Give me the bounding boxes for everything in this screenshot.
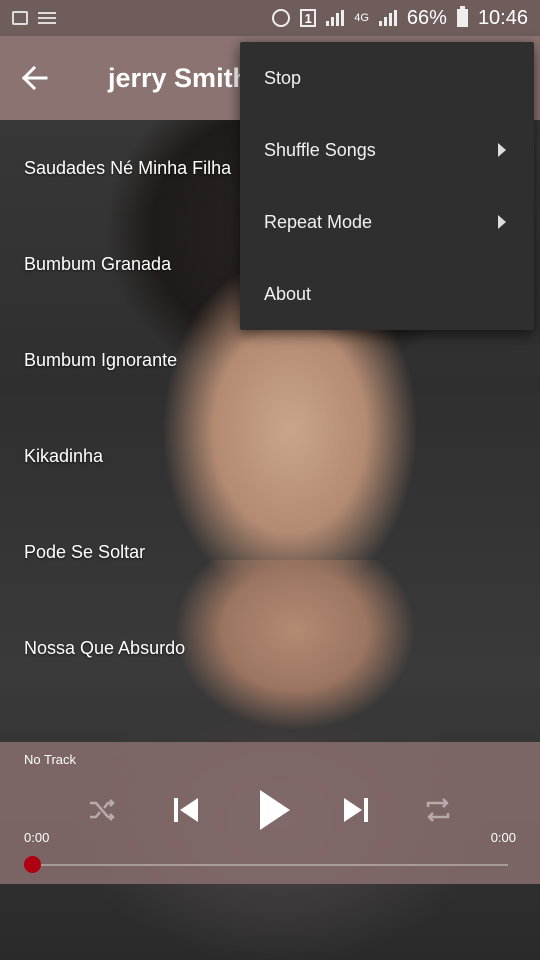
network-type: 4G (354, 12, 369, 24)
menu-item-repeat-mode[interactable]: Repeat Mode (240, 186, 534, 258)
clock: 10:46 (477, 6, 528, 29)
list-icon (38, 12, 56, 24)
menu-item-about[interactable]: About (240, 258, 534, 330)
back-button[interactable] (0, 36, 70, 120)
shuffle-button[interactable] (84, 782, 120, 838)
player-panel: No Track 0:00 0:00 (0, 742, 540, 884)
menu-item-stop[interactable]: Stop (240, 42, 534, 114)
repeat-icon (426, 798, 450, 822)
seek-thumb[interactable] (24, 856, 41, 873)
alarm-icon (272, 9, 291, 27)
submenu-arrow-icon (498, 143, 506, 157)
menu-item-label: About (264, 283, 312, 304)
signal-icon (378, 10, 397, 26)
next-button[interactable] (336, 782, 376, 838)
menu-item-label: Shuffle Songs (264, 139, 376, 160)
elapsed-time: 0:00 (24, 830, 50, 845)
back-arrow-icon (22, 66, 48, 90)
menu-item-shuffle-songs[interactable]: Shuffle Songs (240, 114, 534, 186)
next-icon (344, 798, 368, 822)
seek-bar[interactable] (32, 864, 508, 866)
menu-item-label: Repeat Mode (264, 211, 373, 232)
previous-icon (174, 798, 198, 822)
image-icon (12, 11, 28, 25)
menu-item-label: Stop (264, 67, 302, 88)
total-duration: 0:00 (490, 830, 516, 845)
battery-percent: 66% (406, 6, 447, 29)
list-item[interactable]: Kikadinha (0, 408, 540, 504)
play-button[interactable] (250, 782, 298, 838)
previous-button[interactable] (166, 782, 206, 838)
status-bar: 1 4G 66% 10:46 (0, 0, 540, 36)
battery-icon (456, 6, 468, 27)
repeat-button[interactable] (420, 782, 456, 838)
overflow-menu: Stop Shuffle Songs Repeat Mode About (240, 42, 534, 330)
playback-controls (0, 782, 540, 838)
shuffle-icon (90, 799, 115, 821)
play-icon (260, 790, 290, 830)
list-item[interactable]: Nossa Que Absurdo (0, 600, 540, 696)
sim-icon: 1 (300, 9, 317, 27)
current-track-title: No Track (24, 752, 77, 767)
page-title: jerry Smith (108, 62, 250, 93)
submenu-arrow-icon (498, 215, 506, 229)
signal-icon (326, 10, 345, 26)
list-item[interactable]: Pode Se Soltar (0, 504, 540, 600)
